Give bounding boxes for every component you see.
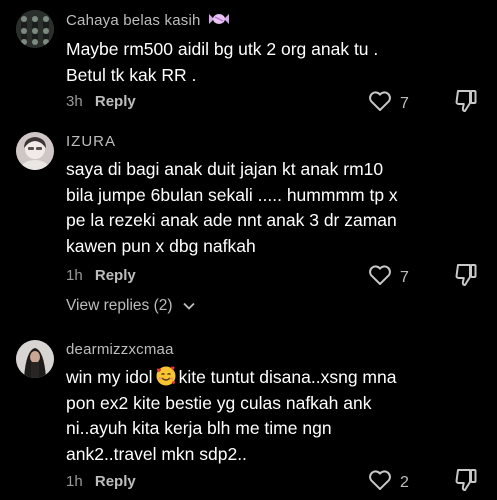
comment-line: Betul tk kak RR . [66,64,197,85]
heart-icon [368,90,392,117]
comment-text-fragment: kite tuntut disana..xsng mna [178,367,397,387]
dislike-button[interactable] [455,468,477,497]
comment-text: saya di bagi anak duit jajan kt anak rm1… [66,157,476,259]
avatar[interactable] [16,132,54,170]
comment-line: kawen pun x dbg nafkah [66,235,256,256]
comment-line: ni..ayuh kita kerja blh me time ngn [66,418,332,438]
dislike-button[interactable] [455,89,477,118]
comment-line: bila jumpe 6bulan sekali ..... hummmm tp… [66,184,398,205]
comment-meta: 1h Reply [66,267,136,284]
username[interactable]: Cahaya belas kasih [66,12,229,30]
comment-line: pe la rezeki anak ade nnt anak 3 dr zama… [66,210,397,230]
like-button[interactable]: 7 [368,90,409,117]
thumbs-down-icon [455,469,477,491]
comment-text-fragment: win my idol [66,367,153,387]
comment-line: ank2..travel mkn sdp2.. [66,443,247,464]
comment-line: saya di bagi anak duit jajan kt anak rm1… [66,159,384,179]
heart-icon [368,264,392,291]
timestamp: 3h [66,93,83,110]
thumbs-down-icon [455,264,477,286]
candy-icon [208,12,229,30]
like-count: 2 [400,473,409,491]
reply-button[interactable]: Reply [95,473,136,490]
timestamp: 1h [66,267,83,284]
view-replies-label[interactable]: View replies (2) [66,297,173,314]
timestamp: 1h [66,473,83,490]
comment-line: win my idol kite tuntut disana..xsng mna [66,365,476,391]
username[interactable]: dearmizzxcmaa [66,341,174,358]
avatar[interactable] [16,340,54,378]
heart-icon [368,469,392,496]
comment-meta: 3h Reply [66,93,136,110]
thumbs-down-icon [455,90,477,112]
like-count: 7 [400,268,409,286]
comment-text: Maybe rm500 aidil bg utk 2 org anak tu .… [66,37,476,88]
comment-line: Maybe rm500 aidil bg utk 2 org anak tu . [66,39,379,59]
dislike-button[interactable] [455,263,477,292]
view-replies-button[interactable]: View replies (2) [66,297,195,315]
comment-line: pon ex2 kite bestie yg culas nafkah ank [66,392,372,413]
comment-meta: 1h Reply [66,473,136,490]
reply-button[interactable]: Reply [95,267,136,284]
reply-button[interactable]: Reply [95,93,136,110]
chevron-down-icon [183,297,195,315]
like-button[interactable]: 7 [368,264,409,291]
username-text[interactable]: Cahaya belas kasih [66,12,201,29]
like-button[interactable]: 2 [368,469,409,496]
smiling-face-with-hearts-icon [155,365,177,387]
comment-text: win my idol kite tuntut disana..xsng mna… [66,365,476,467]
like-count: 7 [400,94,409,112]
avatar[interactable] [16,10,54,48]
username[interactable]: IZURA [66,133,116,150]
